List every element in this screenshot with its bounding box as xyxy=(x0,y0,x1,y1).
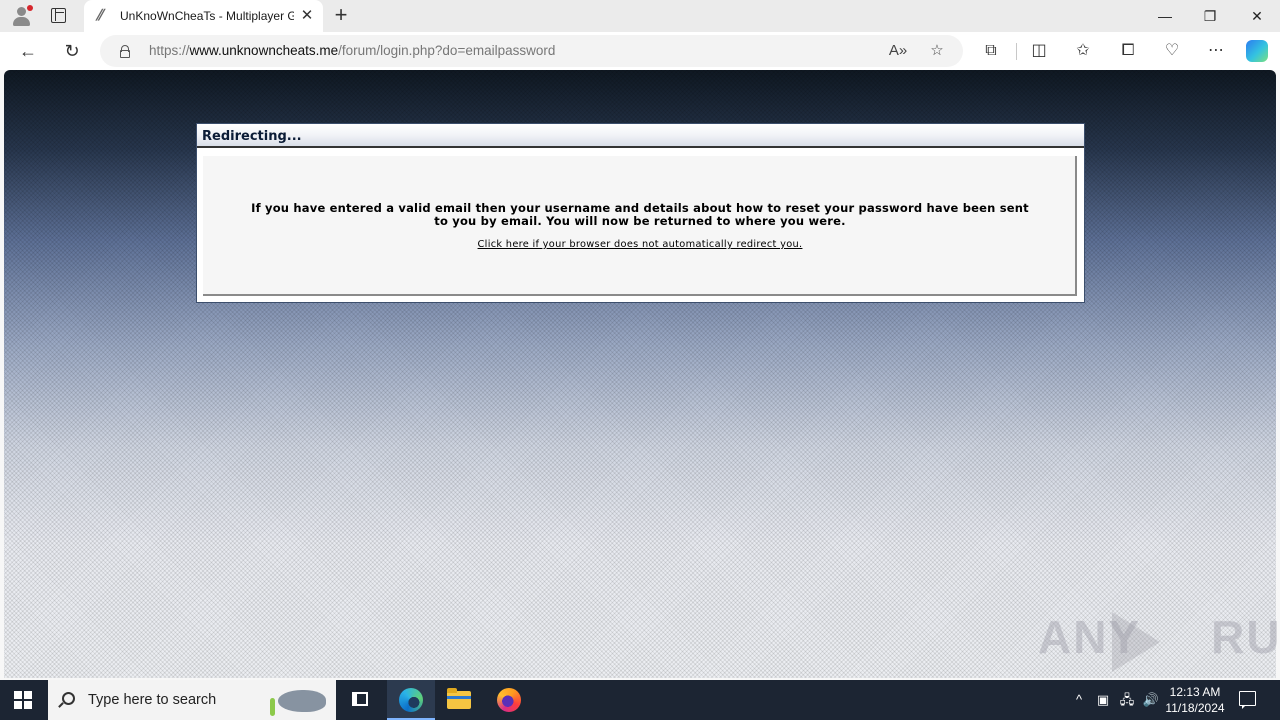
edge-icon xyxy=(399,688,423,712)
tray-network-icon[interactable]: 🖧 xyxy=(1118,690,1136,710)
search-icon xyxy=(62,692,75,705)
watermark-text: ANYRUN xyxy=(1038,611,1280,663)
favorites-icon[interactable]: ✩ xyxy=(1072,40,1094,62)
more-menu-icon[interactable]: ⋯ xyxy=(1205,40,1227,62)
clock-date: 11/18/2024 xyxy=(1165,701,1225,715)
browser-toolbar: ← ↻ https://www.unknowncheats.me/forum/l… xyxy=(0,32,1280,70)
tray-chevron-up-icon[interactable]: ^ xyxy=(1070,690,1088,710)
tab-title: UnKnoWnCheaTs - Multiplayer G xyxy=(120,9,294,23)
taskbar: Type here to search ^ ▣ 🖧 🔊 12:13 AM 11/… xyxy=(0,680,1280,720)
taskbar-edge-button[interactable] xyxy=(387,680,435,720)
minimize-button[interactable]: — xyxy=(1155,6,1175,26)
redirect-panel: Redirecting... If you have entered a val… xyxy=(196,123,1085,303)
taskbar-clock[interactable]: 12:13 AM 11/18/2024 xyxy=(1158,684,1232,716)
profile-icon[interactable] xyxy=(10,5,33,27)
task-view-icon xyxy=(352,692,368,706)
manual-redirect-link[interactable]: Click here if your browser does not auto… xyxy=(203,239,1077,250)
windows-start-icon[interactable] xyxy=(14,691,32,709)
lock-icon[interactable] xyxy=(120,45,130,58)
search-highlight-icon xyxy=(270,684,328,716)
taskbar-search-box[interactable]: Type here to search xyxy=(48,680,336,720)
redirect-message: If you have entered a valid email then y… xyxy=(251,201,1029,228)
tab-actions-icon[interactable] xyxy=(51,8,66,23)
notification-icon[interactable] xyxy=(1239,691,1256,709)
search-placeholder: Type here to search xyxy=(88,692,217,708)
panel-header: Redirecting... xyxy=(197,124,1084,148)
restore-button[interactable]: ❐ xyxy=(1200,6,1220,26)
refresh-icon[interactable]: ↻ xyxy=(61,40,83,62)
tray-device-icon[interactable]: ▣ xyxy=(1094,690,1112,710)
taskbar-firefox-button[interactable] xyxy=(485,680,533,720)
tab-close-button[interactable]: ✕ xyxy=(299,8,315,24)
browser-tab[interactable]: ⫽ UnKnoWnCheaTs - Multiplayer G ✕ xyxy=(84,0,323,32)
back-arrow-icon[interactable]: ← xyxy=(17,40,39,62)
url-text[interactable]: https://www.unknowncheats.me/forum/login… xyxy=(149,43,555,58)
address-bar[interactable]: https://www.unknowncheats.me/forum/login… xyxy=(100,35,963,67)
tab-strip: ⫽ UnKnoWnCheaTs - Multiplayer G ✕ + — ❐ … xyxy=(0,0,1280,32)
browser-essentials-icon[interactable]: ♡ xyxy=(1161,40,1183,62)
task-view-button[interactable] xyxy=(336,680,384,720)
new-tab-button[interactable]: + xyxy=(331,4,351,26)
collections-icon[interactable]: ⧠ xyxy=(1117,40,1139,62)
firefox-icon xyxy=(497,688,521,712)
taskbar-file-explorer-button[interactable] xyxy=(435,680,483,720)
read-aloud-icon[interactable]: A» xyxy=(887,40,909,62)
web-content: Redirecting... If you have entered a val… xyxy=(4,70,1280,678)
site-favicon-icon: ⫽ xyxy=(96,7,103,24)
close-window-button[interactable]: ✕ xyxy=(1247,6,1267,26)
split-screen-icon[interactable]: ◫ xyxy=(1028,40,1050,62)
favorite-star-icon[interactable]: ☆ xyxy=(926,40,948,62)
file-explorer-icon xyxy=(447,688,471,709)
toolbar-divider xyxy=(1016,43,1017,60)
panel-title: Redirecting... xyxy=(202,129,302,144)
panel-body: If you have entered a valid email then y… xyxy=(203,156,1077,296)
extensions-icon[interactable]: ⧉ xyxy=(980,40,1002,62)
copilot-icon[interactable] xyxy=(1246,40,1268,62)
clock-time: 12:13 AM xyxy=(1169,685,1221,699)
